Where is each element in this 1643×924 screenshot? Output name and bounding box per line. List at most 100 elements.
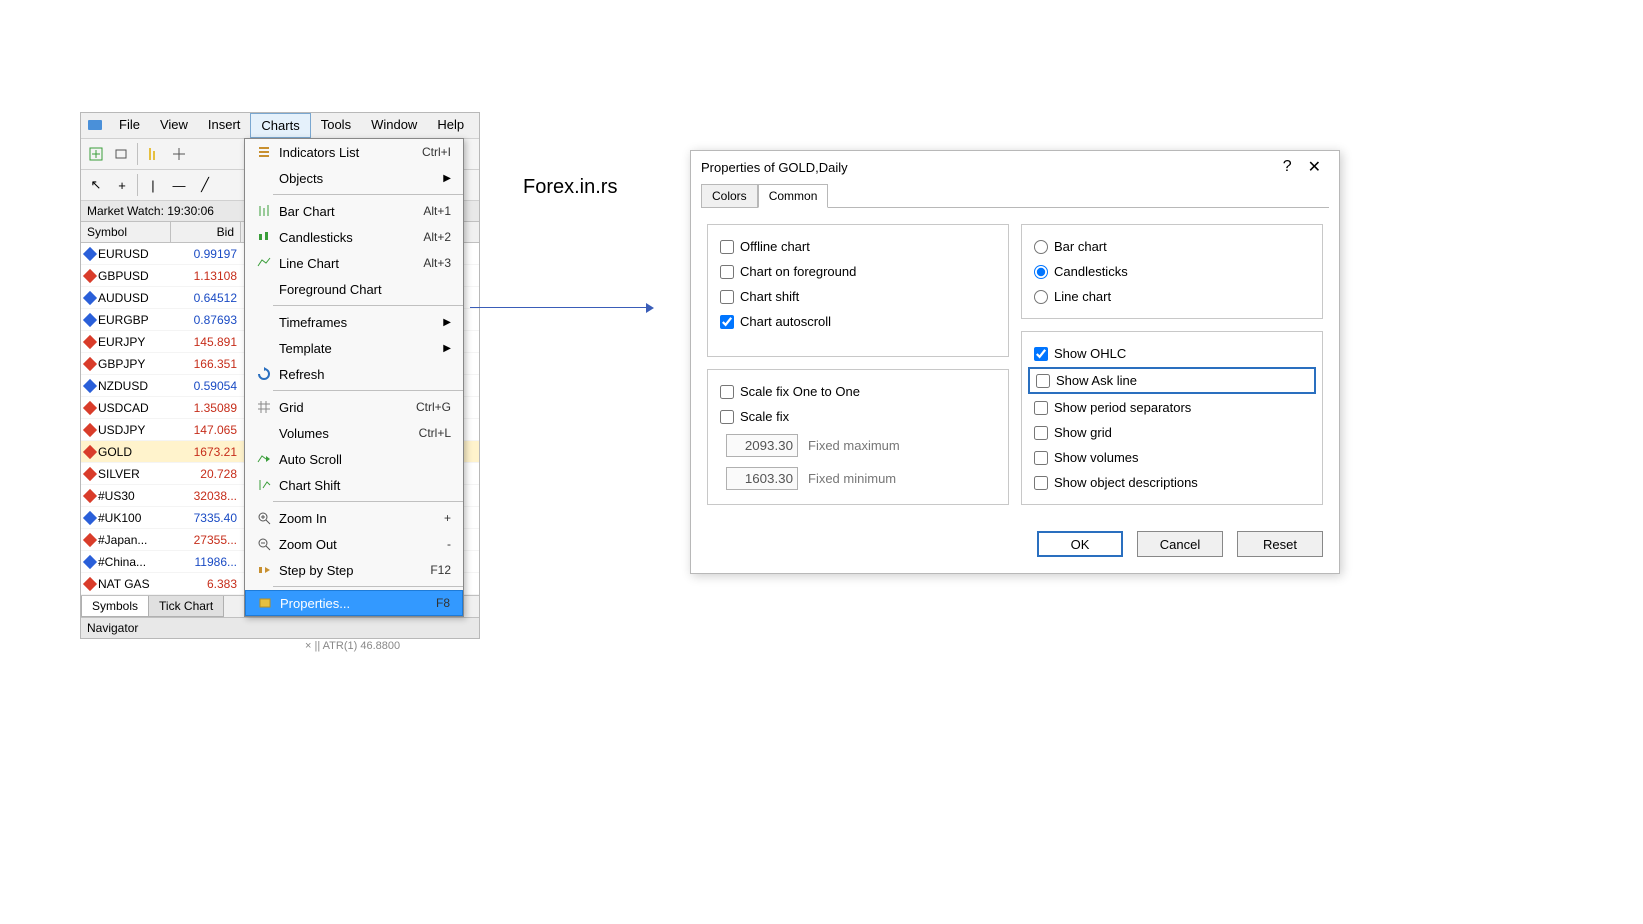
menu-view[interactable]: View <box>150 113 198 138</box>
dialog-body: Offline chart Chart on foreground Chart sh… <box>701 207 1329 521</box>
market-watch-btn[interactable] <box>141 142 165 166</box>
reset-button[interactable]: Reset <box>1237 531 1323 557</box>
col-symbol[interactable]: Symbol <box>81 222 171 242</box>
diamond-icon <box>83 378 97 392</box>
chk-show-period-separators[interactable]: Show period separators <box>1034 400 1310 415</box>
crosshair-btn[interactable] <box>167 142 191 166</box>
chk-show-ask-line[interactable]: Show Ask line <box>1036 373 1308 388</box>
profiles-btn[interactable] <box>110 142 134 166</box>
tab-tick-chart[interactable]: Tick Chart <box>148 596 224 617</box>
menu-shortcut: Ctrl+L <box>419 426 455 440</box>
new-chart-btn[interactable] <box>84 142 108 166</box>
close-button[interactable]: ✕ <box>1300 157 1329 177</box>
menu-item-properties-[interactable]: Properties...F8 <box>245 590 463 616</box>
menu-window[interactable]: Window <box>361 113 427 138</box>
menu-item-label: Step by Step <box>275 563 430 578</box>
menu-item-label: Zoom In <box>275 511 444 526</box>
menu-item-label: Line Chart <box>275 256 423 271</box>
menu-item-template[interactable]: Template▶ <box>245 335 463 361</box>
symbol-label: #China... <box>98 555 146 569</box>
menu-shortcut: Alt+3 <box>423 256 455 270</box>
chk-scale-fix[interactable]: Scale fix <box>720 409 996 424</box>
crosshair-tool[interactable]: + <box>110 173 134 197</box>
chk-label: Offline chart <box>740 239 810 254</box>
chk-scale-one[interactable]: Scale fix One to One <box>720 384 996 399</box>
menu-item-label: Timeframes <box>275 315 443 330</box>
menu-file[interactable]: File <box>109 113 150 138</box>
bid-value: 1.13108 <box>171 269 241 283</box>
menu-item-grid[interactable]: GridCtrl+G <box>245 394 463 420</box>
diamond-icon <box>83 268 97 282</box>
bid-value: 1.35089 <box>171 401 241 415</box>
radio-bar-chart[interactable]: Bar chart <box>1034 239 1310 254</box>
menu-item-auto-scroll[interactable]: Auto Scroll <box>245 446 463 472</box>
tab-colors[interactable]: Colors <box>701 184 758 208</box>
fixed-max-input[interactable] <box>726 434 798 457</box>
chk-show-grid[interactable]: Show grid <box>1034 425 1310 440</box>
chk-chart-shift[interactable]: Chart shift <box>720 289 996 304</box>
tab-common[interactable]: Common <box>758 184 829 208</box>
cancel-button[interactable]: Cancel <box>1137 531 1223 557</box>
menu-item-bar-chart[interactable]: Bar ChartAlt+1 <box>245 198 463 224</box>
menu-item-indicators-list[interactable]: Indicators ListCtrl+I <box>245 139 463 165</box>
chk-offline-chart[interactable]: Offline chart <box>720 239 996 254</box>
menu-item-zoom-in[interactable]: Zoom In+ <box>245 505 463 531</box>
menu-item-zoom-out[interactable]: Zoom Out- <box>245 531 463 557</box>
chk-label: Show object descriptions <box>1054 475 1198 490</box>
dialog-titlebar: Properties of GOLD,Daily ? ✕ <box>691 151 1339 183</box>
chk-show-object-descriptions[interactable]: Show object descriptions <box>1034 475 1310 490</box>
menu-item-label: Foreground Chart <box>275 282 455 297</box>
menu-item-step-by-step[interactable]: Step by StepF12 <box>245 557 463 583</box>
bid-value: 0.99197 <box>171 247 241 261</box>
diamond-icon <box>83 488 97 502</box>
menu-item-label: Objects <box>275 171 443 186</box>
diamond-icon <box>83 422 97 436</box>
menu-item-volumes[interactable]: VolumesCtrl+L <box>245 420 463 446</box>
menu-item-label: Candlesticks <box>275 230 423 245</box>
menu-insert[interactable]: Insert <box>198 113 251 138</box>
chk-chart-autoscroll[interactable]: Chart autoscroll <box>720 314 996 329</box>
symbol-label: GBPUSD <box>98 269 149 283</box>
menu-item-foreground-chart[interactable]: Foreground Chart <box>245 276 463 302</box>
bars-icon <box>253 204 275 218</box>
menu-item-candlesticks[interactable]: CandlesticksAlt+2 <box>245 224 463 250</box>
autoscroll-icon <box>253 452 275 466</box>
col-bid[interactable]: Bid <box>171 222 241 242</box>
diamond-icon <box>83 312 97 326</box>
tab-symbols[interactable]: Symbols <box>81 596 149 617</box>
chk-chart-on-foreground[interactable]: Chart on foreground <box>720 264 996 279</box>
chk-scale-one-label: Scale fix One to One <box>740 384 860 399</box>
chk-show-ohlc[interactable]: Show OHLC <box>1034 346 1310 361</box>
scale-group: Scale fix One to One Scale fix Fixed max… <box>707 369 1009 505</box>
shift-icon <box>253 478 275 492</box>
radio-line-chart[interactable]: Line chart <box>1034 289 1310 304</box>
menu-item-line-chart[interactable]: Line ChartAlt+3 <box>245 250 463 276</box>
symbol-label: EURGBP <box>98 313 149 327</box>
chart-type-group: Bar chart Candlesticks Line chart <box>1021 224 1323 319</box>
menu-tools[interactable]: Tools <box>311 113 361 138</box>
fixed-min-input[interactable] <box>726 467 798 490</box>
menu-item-chart-shift[interactable]: Chart Shift <box>245 472 463 498</box>
ok-button[interactable]: OK <box>1037 531 1123 557</box>
list-icon <box>253 145 275 159</box>
zoomout-icon <box>253 537 275 551</box>
properties-dialog: Properties of GOLD,Daily ? ✕ Colors Comm… <box>690 150 1340 574</box>
menu-charts[interactable]: Charts <box>250 113 310 138</box>
chk-show-volumes[interactable]: Show volumes <box>1034 450 1310 465</box>
cursor-btn[interactable]: ↖ <box>84 173 108 197</box>
symbol-label: #Japan... <box>98 533 147 547</box>
menu-item-refresh[interactable]: Refresh <box>245 361 463 387</box>
chk-scale-fix-label: Scale fix <box>740 409 789 424</box>
help-button[interactable]: ? <box>1275 158 1300 176</box>
dialog-tabs: Colors Common <box>691 183 1339 207</box>
trendline-tool[interactable]: ╱ <box>193 173 217 197</box>
symbol-label: NAT GAS <box>98 577 150 591</box>
radio-candlesticks[interactable]: Candlesticks <box>1034 264 1310 279</box>
refresh-icon <box>253 367 275 381</box>
bid-value: 166.351 <box>171 357 241 371</box>
menu-item-timeframes[interactable]: Timeframes▶ <box>245 309 463 335</box>
menu-help[interactable]: Help <box>427 113 474 138</box>
hline-tool[interactable]: — <box>167 173 191 197</box>
menu-item-objects[interactable]: Objects▶ <box>245 165 463 191</box>
vline-tool[interactable]: | <box>141 173 165 197</box>
